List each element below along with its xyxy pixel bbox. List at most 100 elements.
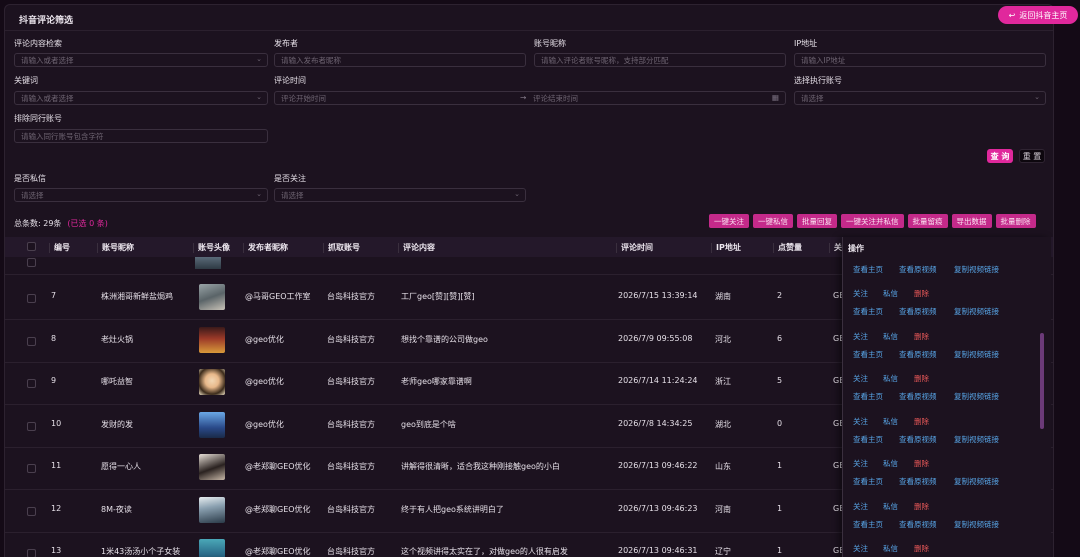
chevron-down-icon: ⌄	[514, 190, 520, 198]
delete-link[interactable]: 删除	[914, 288, 929, 299]
cell-nick: 哪吒益智	[101, 377, 133, 386]
export-button[interactable]: 导出数据	[951, 214, 992, 228]
follow-link[interactable]: 关注	[853, 543, 868, 554]
delete-link[interactable]: 删除	[914, 543, 929, 554]
view-home-link[interactable]: 查看主页	[853, 519, 883, 530]
copy-link[interactable]: 复制视频链接	[954, 306, 999, 317]
row-checkbox[interactable]	[27, 336, 36, 346]
exec-account-select[interactable]: 请选择 ⌄	[794, 91, 1046, 105]
view-home-link[interactable]: 查看主页	[853, 434, 883, 445]
follow-link[interactable]: 关注	[853, 331, 868, 342]
row-checkbox[interactable]	[27, 421, 36, 431]
reset-button[interactable]: 重 置	[1019, 149, 1045, 163]
view-video-link[interactable]: 查看原视频	[899, 434, 937, 445]
copy-link[interactable]: 复制视频链接	[954, 264, 999, 275]
message-link[interactable]: 私信	[883, 501, 898, 512]
copy-link[interactable]: 复制视频链接	[954, 391, 999, 402]
content-search-select[interactable]: 请输入或者选择 ⌄	[14, 53, 268, 67]
message-link[interactable]: 私信	[883, 288, 898, 299]
delete-link[interactable]: 删除	[914, 458, 929, 469]
back-home-button[interactable]: ↩ 返回抖音主页	[998, 6, 1078, 24]
cell-nick: 老灶火锅	[101, 334, 133, 344]
cell-likes: 1	[777, 546, 783, 555]
copy-link[interactable]: 复制视频链接	[954, 476, 999, 487]
ip-label: IP地址	[794, 39, 818, 48]
time-start-placeholder: 评论开始时间	[281, 94, 326, 103]
view-home-link[interactable]: 查看主页	[853, 306, 883, 317]
view-video-link[interactable]: 查看原视频	[899, 349, 937, 360]
header-nick: 账号昵称	[97, 243, 134, 253]
cell-ip: 山东	[715, 462, 731, 471]
view-video-link[interactable]: 查看原视频	[899, 391, 937, 402]
publisher-placeholder: 请输入发布者昵称	[281, 56, 341, 65]
cell-time: 2026/7/8 14:34:25	[618, 418, 693, 428]
row-checkbox[interactable]	[27, 506, 36, 516]
row-checkbox[interactable]	[27, 294, 36, 303]
private-msg-placeholder: 请选择	[21, 191, 44, 200]
delete-link[interactable]: 删除	[914, 373, 929, 384]
account-nick-input[interactable]: 请输入评论者账号昵称，支持部分匹配	[534, 53, 786, 67]
view-home-link[interactable]: 查看主页	[853, 264, 883, 275]
cell-content: 这个视频讲得太实在了，对做geo的人很有启发	[401, 547, 568, 556]
follow-link[interactable]: 关注	[853, 501, 868, 512]
bulk-reply-button[interactable]: 批量回复	[797, 214, 837, 228]
follow-link[interactable]: 关注	[853, 458, 868, 469]
message-link[interactable]: 私信	[883, 331, 898, 342]
view-video-link[interactable]: 查看原视频	[899, 519, 937, 530]
exclude-peer-input[interactable]: 请输入同行账号包含字符	[14, 129, 268, 143]
bulk-follow-message-button[interactable]: 一键关注并私信	[841, 214, 904, 228]
cell-ip: 湖北	[715, 419, 731, 429]
ip-input[interactable]: 请输入IP地址	[794, 53, 1046, 67]
row-checkbox[interactable]	[27, 549, 36, 557]
cell-num: 10	[51, 418, 62, 428]
select-all-checkbox[interactable]	[27, 242, 36, 251]
follow-link[interactable]: 关注	[853, 373, 868, 384]
copy-link[interactable]: 复制视频链接	[954, 349, 999, 360]
bulk-trace-button[interactable]: 批量留痕	[907, 214, 948, 228]
ops-scrollbar[interactable]	[1040, 333, 1044, 429]
follow-link[interactable]: 关注	[853, 416, 868, 427]
bulk-message-button[interactable]: 一键私信	[753, 214, 793, 228]
keyword-placeholder: 请输入或者选择	[21, 94, 74, 103]
header-extra: 关	[829, 243, 842, 253]
cell-content: geo到底是个啥	[401, 419, 456, 429]
row-checkbox[interactable]	[27, 464, 36, 473]
exec-account-label: 选择执行账号	[794, 76, 842, 85]
copy-link[interactable]: 复制视频链接	[954, 434, 999, 445]
row-checkbox[interactable]	[27, 258, 36, 267]
cell-ip: 湖南	[715, 292, 731, 301]
message-link[interactable]: 私信	[883, 543, 898, 554]
message-link[interactable]: 私信	[883, 373, 898, 384]
bulk-follow-button[interactable]: 一键关注	[709, 214, 749, 228]
view-home-link[interactable]: 查看主页	[853, 349, 883, 360]
publisher-input[interactable]: 请输入发布者昵称	[274, 53, 526, 67]
followed-select[interactable]: 请选择 ⌄	[274, 188, 526, 202]
keyword-select[interactable]: 请输入或者选择 ⌄	[14, 91, 268, 105]
avatar	[199, 539, 225, 557]
comment-time-range[interactable]: 评论开始时间 → 评论结束时间 ▦	[274, 91, 786, 105]
page-title: 抖音评论筛选	[19, 16, 74, 26]
view-home-link[interactable]: 查看主页	[853, 391, 883, 402]
cell-crawl: 台岛科技官方	[327, 334, 375, 344]
avatar	[199, 326, 225, 353]
header-likes: 点赞量	[773, 243, 802, 253]
view-video-link[interactable]: 查看原视频	[899, 306, 937, 317]
view-video-link[interactable]: 查看原视频	[899, 476, 937, 487]
copy-link[interactable]: 复制视频链接	[954, 519, 999, 530]
cell-num: 7	[51, 291, 57, 300]
header-avatar: 账号头像	[193, 243, 230, 253]
view-video-link[interactable]: 查看原视频	[899, 264, 937, 275]
view-home-link[interactable]: 查看主页	[853, 476, 883, 487]
cell-content: 讲解得很清晰，适合我这种刚接触geo的小白	[401, 462, 560, 471]
bulk-delete-button[interactable]: 批量删除	[995, 214, 1036, 228]
delete-link[interactable]: 删除	[914, 416, 929, 427]
message-link[interactable]: 私信	[883, 416, 898, 427]
followed-placeholder: 请选择	[281, 191, 304, 200]
delete-link[interactable]: 删除	[914, 501, 929, 512]
private-msg-select[interactable]: 请选择 ⌄	[14, 188, 268, 202]
query-button[interactable]: 查 询	[987, 149, 1013, 163]
message-link[interactable]: 私信	[883, 458, 898, 469]
delete-link[interactable]: 删除	[914, 331, 929, 342]
row-checkbox[interactable]	[27, 379, 36, 388]
follow-link[interactable]: 关注	[853, 288, 868, 299]
